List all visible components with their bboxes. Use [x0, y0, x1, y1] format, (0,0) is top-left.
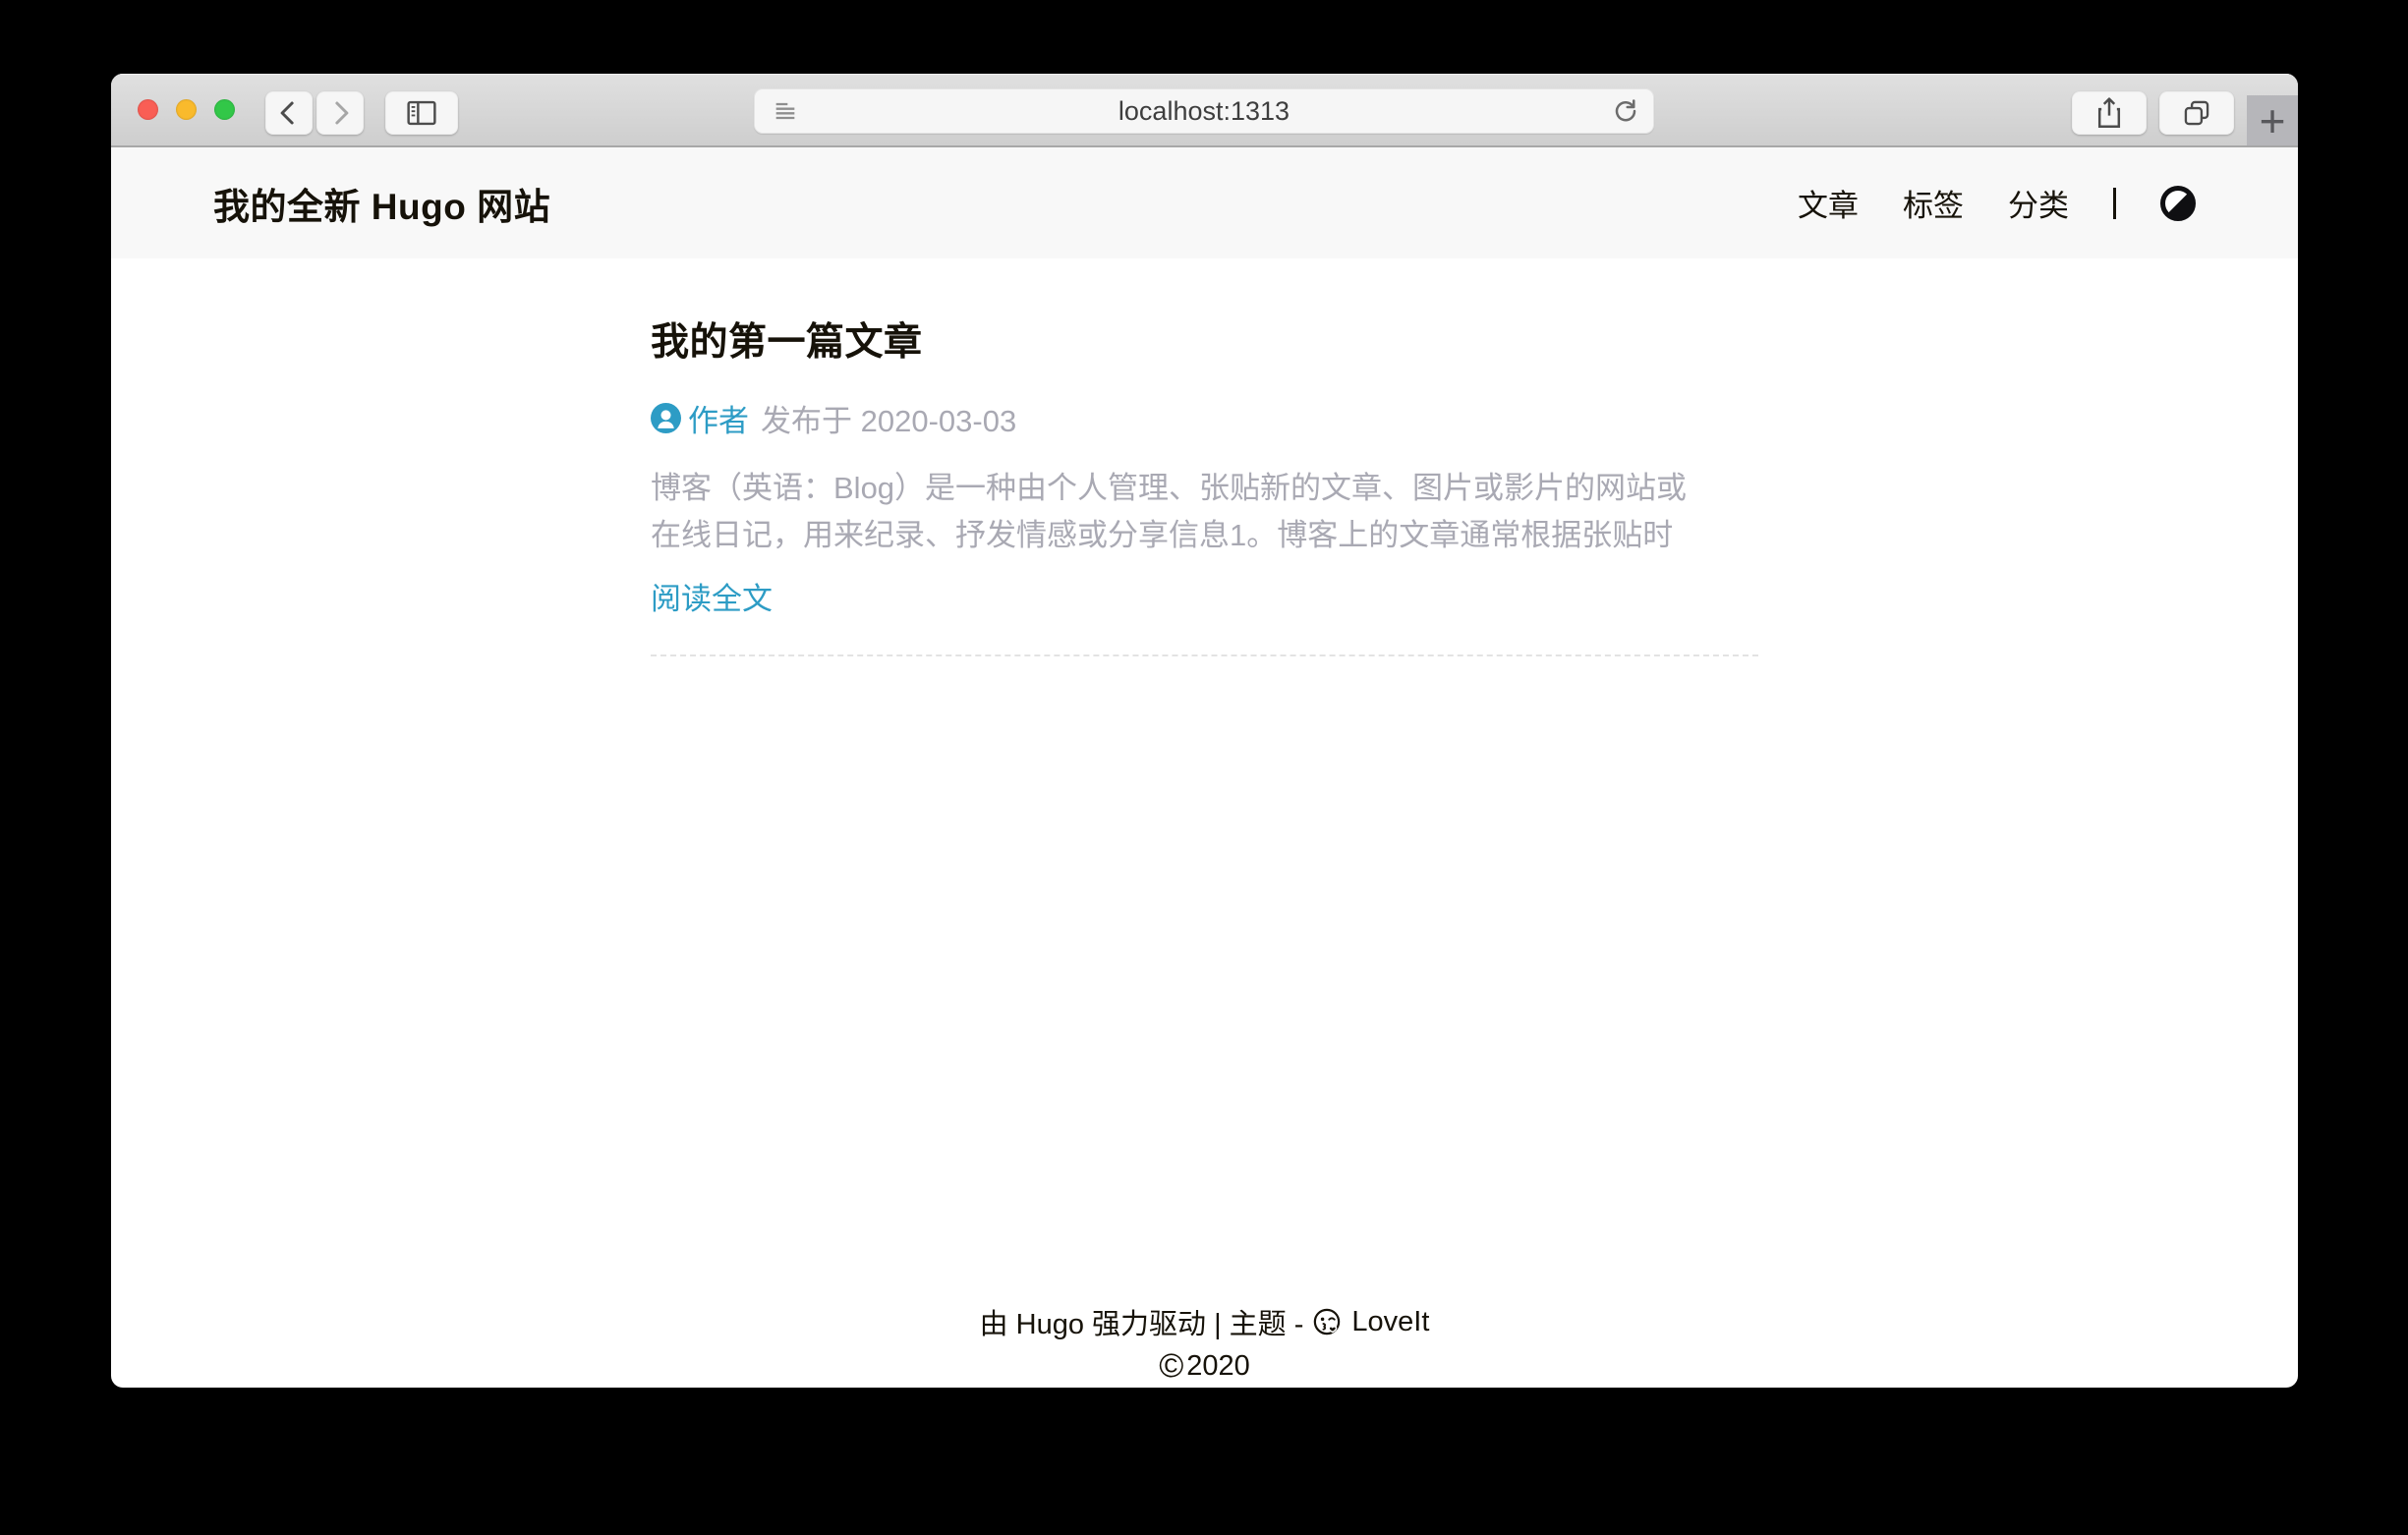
- nav-divider: [2113, 188, 2116, 219]
- nav-item-posts[interactable]: 文章: [1798, 181, 1859, 225]
- post-summary-text: 博客（英语：Blog）是一种由个人管理、张贴新的文章、图片或影片的网站或 在线日…: [651, 465, 1758, 559]
- address-bar[interactable]: localhost:1313: [754, 88, 1654, 134]
- sidebar-icon: [405, 98, 438, 128]
- forward-button[interactable]: [316, 91, 364, 135]
- copyright-icon: ©: [1159, 1349, 1183, 1383]
- plus-icon: +: [2260, 98, 2286, 143]
- user-circle-icon: [651, 403, 681, 433]
- close-window-button[interactable]: [138, 99, 158, 120]
- site-nav: 文章 标签 分类: [1798, 181, 2196, 225]
- site-header: 我的全新 Hugo 网站 文章 标签 分类: [111, 147, 2298, 258]
- browser-toolbar: localhost:1313: [111, 74, 2298, 147]
- browser-window: localhost:1313: [111, 74, 2298, 1388]
- theme-name-link[interactable]: LoveIt: [1351, 1306, 1429, 1338]
- read-more-link[interactable]: 阅读全文: [651, 574, 773, 618]
- chevron-right-icon: [325, 98, 355, 128]
- powered-by-text: 由 Hugo 强力驱动 | 主题 -: [980, 1301, 1304, 1342]
- footer-powered-line: 由 Hugo 强力驱动 | 主题 - LoveIt: [111, 1301, 2298, 1342]
- share-icon: [2093, 96, 2125, 130]
- sidebar-toggle-button[interactable]: [385, 91, 458, 135]
- site-footer: 由 Hugo 强力驱动 | 主题 - LoveIt © 2020: [111, 1301, 2298, 1383]
- author-name: 作者: [688, 396, 749, 440]
- nav-item-categories[interactable]: 分类: [2008, 181, 2069, 225]
- tabs-overview-icon: [2181, 97, 2212, 129]
- nav-item-tags[interactable]: 标签: [1903, 181, 1964, 225]
- site-title[interactable]: 我的全新 Hugo 网站: [213, 177, 550, 230]
- reader-view-icon[interactable]: [772, 97, 799, 125]
- publish-date: 发布于 2020-03-03: [761, 396, 1016, 440]
- post-divider: [651, 654, 1758, 656]
- post-title[interactable]: 我的第一篇文章: [651, 312, 1758, 367]
- summary-line: 博客（英语：Blog）是一种由个人管理、张贴新的文章、图片或影片的网站或: [651, 465, 1758, 512]
- post-meta: 作者 发布于 2020-03-03: [651, 396, 1758, 440]
- url-text: localhost:1313: [1118, 96, 1290, 127]
- share-button[interactable]: [2072, 91, 2147, 135]
- desktop-backdrop: { "browser": { "url": "localhost:1313", …: [0, 0, 2408, 1535]
- window-controls: [138, 99, 235, 120]
- summary-line: 在线日记，用来纪录、抒发情感或分享信息1。博客上的文章通常根据张贴时: [651, 512, 1758, 559]
- minimize-window-button[interactable]: [176, 99, 197, 120]
- back-button[interactable]: [265, 91, 313, 135]
- show-all-tabs-button[interactable]: [2159, 91, 2234, 135]
- author-link[interactable]: 作者: [651, 396, 749, 440]
- new-tab-button[interactable]: +: [2247, 95, 2298, 145]
- footer-copyright-line: © 2020: [111, 1349, 2298, 1383]
- copyright-year: 2020: [1186, 1350, 1250, 1383]
- theme-toggle-icon[interactable]: [2160, 186, 2196, 221]
- post-summary-card: 我的第一篇文章 作者 发布于 2020-03-03 博: [651, 312, 1758, 656]
- kiss-face-icon: [1312, 1307, 1343, 1337]
- chevron-left-icon: [274, 98, 304, 128]
- reload-icon[interactable]: [1611, 96, 1640, 126]
- zoom-window-button[interactable]: [214, 99, 235, 120]
